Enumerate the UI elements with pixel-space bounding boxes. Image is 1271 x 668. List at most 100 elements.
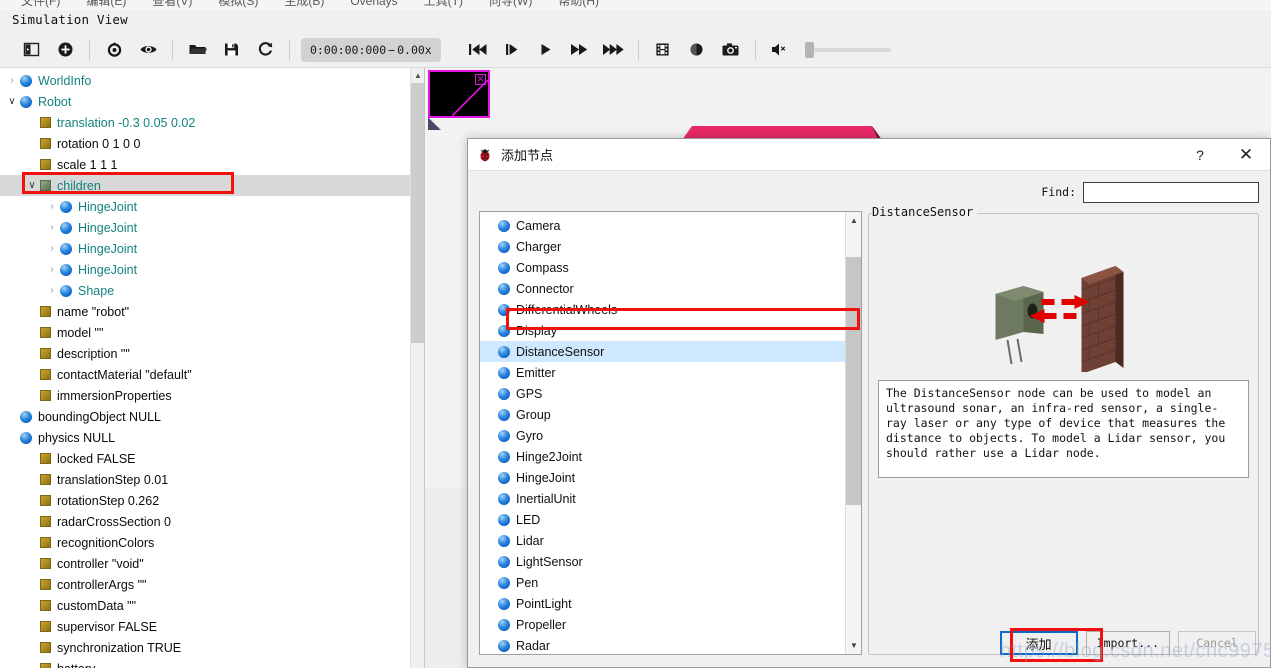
volume-slider[interactable] <box>804 41 891 59</box>
chevron-right-icon[interactable]: › <box>44 201 60 212</box>
chevron-right-icon[interactable]: › <box>44 264 60 275</box>
tree-node[interactable]: controller "void" <box>0 553 410 574</box>
tree-node[interactable]: › HingeJoint <box>0 238 410 259</box>
node-list-item[interactable]: LightSensor <box>480 551 845 572</box>
tree-node[interactable]: ∨ children <box>0 175 410 196</box>
node-list-item[interactable]: Hinge2Joint <box>480 446 845 467</box>
tree-node[interactable]: › HingeJoint <box>0 259 410 280</box>
mute-icon[interactable] <box>763 35 797 65</box>
tree-node[interactable]: rotationStep 0.262 <box>0 490 410 511</box>
add-node-icon[interactable] <box>48 35 82 65</box>
menu-item-build[interactable]: 生成(B) <box>271 0 337 11</box>
find-input[interactable] <box>1083 181 1259 203</box>
node-list-item[interactable]: Charger <box>480 236 845 257</box>
node-list-item[interactable]: InertialUnit <box>480 488 845 509</box>
open-world-icon[interactable] <box>180 35 214 65</box>
node-list-item[interactable]: Connector <box>480 278 845 299</box>
tree-node[interactable]: recognitionColors <box>0 532 410 553</box>
menu-item-help[interactable]: 帮助(H) <box>545 0 612 11</box>
tree-node[interactable]: immersionProperties <box>0 385 410 406</box>
step-icon[interactable] <box>495 35 529 65</box>
scene-tree-scroll-thumb[interactable] <box>411 83 424 343</box>
tree-node[interactable]: ∨ Robot <box>0 91 410 112</box>
scene-tree-scrollbar[interactable]: ▲ <box>410 68 424 668</box>
scene-tree-list[interactable]: › WorldInfo ∨ Robot translation -0.3 0.05 0.… <box>0 68 410 668</box>
close-icon[interactable]: ✕ <box>1222 139 1270 171</box>
chevron-right-icon[interactable]: › <box>44 222 60 233</box>
node-list-scrollbar[interactable]: ▲ ▼ <box>845 212 861 654</box>
reload-world-icon[interactable] <box>248 35 282 65</box>
tree-node[interactable]: rotation 0 1 0 0 <box>0 133 410 154</box>
panel-toggle-icon[interactable] <box>14 35 48 65</box>
tree-node[interactable]: scale 1 1 1 <box>0 154 410 175</box>
node-list-item[interactable]: DistanceSensor <box>480 341 845 362</box>
make-movie-icon[interactable] <box>646 35 680 65</box>
tree-node[interactable]: › Shape <box>0 280 410 301</box>
menu-item-tools[interactable]: 工具(T) <box>411 0 476 11</box>
tree-node[interactable]: model "" <box>0 322 410 343</box>
tree-node[interactable]: description "" <box>0 343 410 364</box>
node-list-item[interactable]: PointLight <box>480 593 845 614</box>
tree-node[interactable]: controllerArgs "" <box>0 574 410 595</box>
node-list-item[interactable]: HingeJoint <box>480 467 845 488</box>
menu-item-overlays[interactable]: Overlays <box>337 0 410 11</box>
tree-node[interactable]: customData "" <box>0 595 410 616</box>
tree-node[interactable]: translation -0.3 0.05 0.02 <box>0 112 410 133</box>
node-list-item[interactable]: LED <box>480 509 845 530</box>
tree-node[interactable]: name "robot" <box>0 301 410 322</box>
scroll-up-icon[interactable]: ▲ <box>411 68 424 83</box>
menu-item-wizards[interactable]: 向导(W) <box>476 0 545 11</box>
node-list-item[interactable]: Propeller <box>480 614 845 635</box>
node-list-item[interactable]: GPS <box>480 383 845 404</box>
node-list-scroll-down-icon[interactable]: ▼ <box>846 637 861 654</box>
tree-node[interactable]: radarCrossSection 0 <box>0 511 410 532</box>
chevron-right-icon[interactable]: › <box>4 75 20 86</box>
tab-simulation-view[interactable]: Simulation View <box>12 12 128 27</box>
menu-item-edit[interactable]: 编辑(E) <box>73 0 139 11</box>
tree-node[interactable]: › WorldInfo <box>0 70 410 91</box>
menu-item-view[interactable]: 查看(V) <box>139 0 205 11</box>
tree-node[interactable]: supervisor FALSE <box>0 616 410 637</box>
rewind-icon[interactable] <box>461 35 495 65</box>
node-list-item[interactable]: Lidar <box>480 530 845 551</box>
run-icon[interactable] <box>597 35 631 65</box>
screenshot-icon[interactable] <box>714 35 748 65</box>
node-list[interactable]: Camera Charger Compass Connector Differentia… <box>480 212 845 654</box>
watermark-text: https://blog.csdn.net/cnc997576280 <box>1000 640 1271 662</box>
node-list-scroll-thumb[interactable] <box>846 257 861 505</box>
node-list-item[interactable]: Pen <box>480 572 845 593</box>
node-list-item[interactable]: Radar <box>480 635 845 654</box>
chevron-down-icon[interactable]: ∨ <box>4 96 20 107</box>
chevron-right-icon[interactable]: › <box>44 285 60 296</box>
tree-node[interactable]: physics NULL <box>0 427 410 448</box>
chevron-right-icon[interactable]: › <box>44 243 60 254</box>
node-list-item[interactable]: Emitter <box>480 362 845 383</box>
tree-node[interactable]: boundingObject NULL <box>0 406 410 427</box>
node-list-item[interactable]: Compass <box>480 257 845 278</box>
node-list-scroll-up-icon[interactable]: ▲ <box>846 212 861 229</box>
node-list-item[interactable]: Gyro <box>480 425 845 446</box>
tree-node[interactable]: synchronization TRUE <box>0 637 410 658</box>
tree-node[interactable]: contactMaterial "default" <box>0 364 410 385</box>
volume-handle[interactable] <box>804 41 814 58</box>
node-list-item[interactable]: Display <box>480 320 845 341</box>
menu-item-file[interactable]: 文件(F) <box>8 0 73 11</box>
chevron-down-icon[interactable]: ∨ <box>24 180 40 191</box>
help-icon[interactable]: ? <box>1178 139 1222 171</box>
reset-simulation-icon[interactable] <box>97 35 131 65</box>
tree-node[interactable]: translationStep 0.01 <box>0 469 410 490</box>
tree-node[interactable]: › HingeJoint <box>0 196 410 217</box>
record-icon[interactable] <box>680 35 714 65</box>
node-list-item[interactable]: Camera <box>480 215 845 236</box>
node-list-item[interactable]: Group <box>480 404 845 425</box>
node-list-item[interactable]: DifferentialWheels <box>480 299 845 320</box>
menu-item-simulation[interactable]: 模拟(S) <box>205 0 271 11</box>
play-icon[interactable] <box>529 35 563 65</box>
camera-overlay-panel[interactable]: ✕ <box>428 70 490 118</box>
tree-node[interactable]: battery <box>0 658 410 668</box>
tree-node[interactable]: locked FALSE <box>0 448 410 469</box>
save-world-icon[interactable] <box>214 35 248 65</box>
tree-node[interactable]: › HingeJoint <box>0 217 410 238</box>
fast-forward-icon[interactable] <box>563 35 597 65</box>
view-icon[interactable] <box>131 35 165 65</box>
